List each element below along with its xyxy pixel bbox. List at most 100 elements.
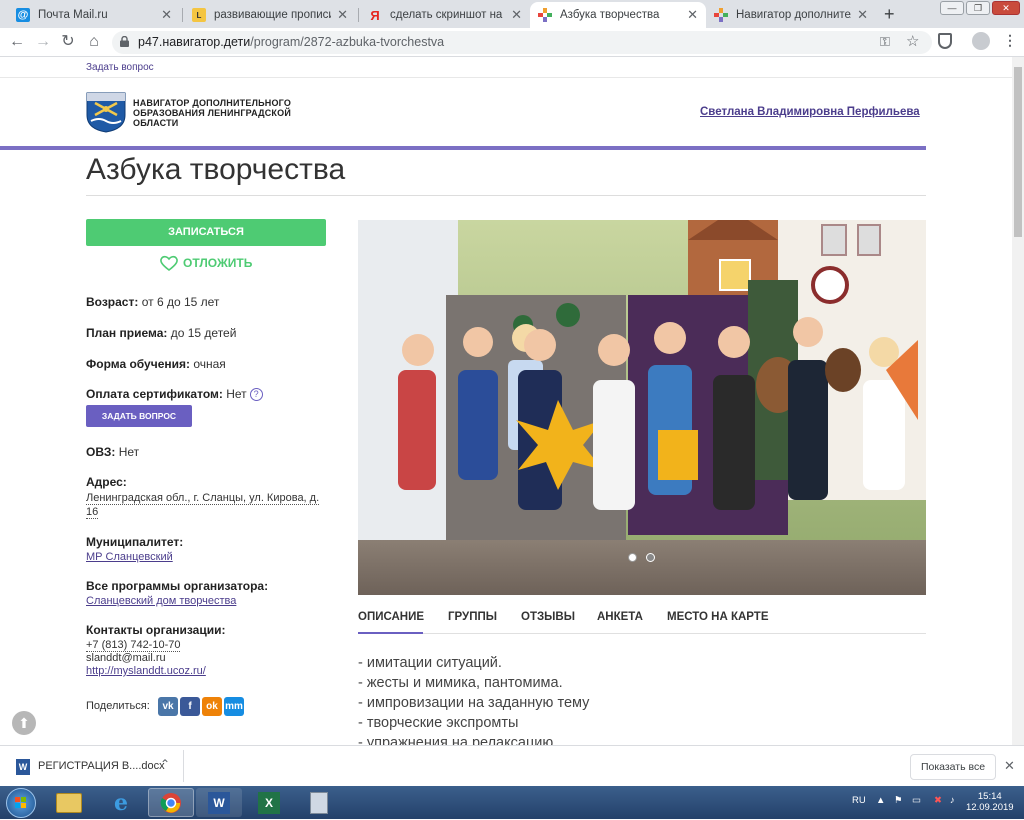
postpone-button[interactable]: ОТЛОЖИТЬ: [160, 255, 252, 271]
email-address[interactable]: slanddt@mail.ru: [86, 652, 166, 664]
tab-navigator[interactable]: Навигатор дополнительного ✕: [706, 2, 876, 28]
site-logo-text[interactable]: НАВИГАТОР ДОПОЛНИТЕЛЬНОГО ОБРАЗОВАНИЯ ЛЕ…: [133, 98, 291, 128]
reload-icon[interactable]: ↻: [57, 32, 79, 52]
start-button[interactable]: [6, 788, 36, 818]
close-window-button[interactable]: ✕: [992, 1, 1020, 15]
organizer-link[interactable]: Сланцевский дом творчества: [86, 595, 236, 607]
tab-separator: [358, 8, 359, 22]
key-icon[interactable]: ⚿: [880, 34, 890, 50]
close-icon[interactable]: ✕: [161, 7, 172, 23]
ovz-value: Нет: [118, 445, 140, 459]
tab-azbuka-active[interactable]: Азбука творчества ✕: [530, 2, 706, 28]
ask-question-button[interactable]: ЗАДАТЬ ВОПРОС: [86, 405, 192, 427]
vk-share-button[interactable]: vk: [158, 697, 178, 716]
close-icon[interactable]: ✕: [687, 7, 698, 23]
logo-line: ОБРАЗОВАНИЯ ЛЕНИНГРАДСКОЙ: [133, 108, 291, 118]
tab-groups[interactable]: ГРУППЫ: [448, 611, 497, 623]
close-icon[interactable]: ✕: [337, 7, 348, 23]
address-line[interactable]: Ленинградская обл., г. Сланцы, ул. Киров…: [86, 492, 320, 505]
tab-description[interactable]: ОПИСАНИЕ: [358, 611, 424, 623]
plan-value: до 15 детей: [170, 326, 237, 340]
municipality-link[interactable]: МР Сланцевский: [86, 551, 173, 563]
heart-icon: [160, 255, 178, 271]
menu-dots-icon[interactable]: ⋮: [1003, 32, 1017, 49]
scrollbar-thumb[interactable]: [1014, 67, 1022, 237]
close-icon[interactable]: ✕: [511, 7, 522, 23]
tab-label: Почта Mail.ru: [38, 9, 108, 21]
chrome-taskbar-button[interactable]: [148, 788, 194, 817]
municipality-label: Муниципалитет:: [86, 535, 184, 549]
chevron-up-icon[interactable]: ⌃: [160, 757, 170, 771]
tab-yandex[interactable]: Я сделать скриншот на компь ✕: [360, 2, 530, 28]
ls-icon: L: [192, 8, 206, 22]
explorer-taskbar-button[interactable]: [46, 788, 92, 817]
network-error-icon[interactable]: ✖: [934, 795, 942, 806]
age-value: от 6 до 15 лет: [141, 295, 220, 309]
back-arrow-icon[interactable]: ←: [6, 32, 28, 52]
avatar-icon[interactable]: [972, 32, 990, 50]
slider-dot-1[interactable]: [628, 553, 637, 562]
odnoklassniki-share-button[interactable]: ok: [202, 697, 222, 716]
age-label: Возраст:: [86, 295, 139, 309]
clock-time: 15:14: [977, 791, 1002, 802]
calculator-taskbar-button[interactable]: [296, 788, 342, 817]
clock[interactable]: 15:14 12.09.2019: [966, 791, 1014, 813]
word-taskbar-button[interactable]: W: [196, 788, 242, 817]
word-icon: W: [208, 791, 230, 814]
logo-line: ОБЛАСТИ: [133, 118, 179, 128]
phone-number[interactable]: +7 (813) 742-10-70: [86, 639, 181, 652]
close-icon[interactable]: ✕: [857, 7, 868, 23]
help-icon[interactable]: ?: [249, 388, 263, 402]
address-bar[interactable]: p47.навигатор.дети/program/2872-azbuka-t…: [112, 31, 932, 54]
program-photo[interactable]: [358, 220, 926, 595]
new-tab-button[interactable]: +: [884, 4, 895, 25]
home-icon[interactable]: ⌂: [83, 32, 105, 52]
tab-separator: [182, 8, 183, 22]
tab-propisi[interactable]: L развивающие прописи. Обс ✕: [184, 2, 356, 28]
scroll-to-top-button[interactable]: ⬆: [12, 711, 36, 735]
clock-date: 12.09.2019: [966, 802, 1014, 813]
description-line: - имитации ситуаций.: [358, 655, 502, 671]
contacts-info: Контакты организации: +7 (813) 742-10-70…: [86, 624, 225, 678]
monitor-icon[interactable]: ▭: [912, 795, 921, 806]
website-link[interactable]: http://myslanddt.ucoz.ru/: [86, 665, 206, 677]
tabs-divider: [358, 633, 926, 634]
download-item[interactable]: РЕГИСТРАЦИЯ В....docx: [38, 760, 165, 772]
minimize-button[interactable]: —: [940, 1, 964, 15]
forward-arrow-icon[interactable]: →: [32, 32, 54, 52]
address-label: Адрес:: [86, 475, 127, 489]
postpone-label: ОТЛОЖИТЬ: [183, 256, 253, 270]
mail-ru-icon: @: [16, 8, 30, 22]
tab-reviews[interactable]: ОТЗЫВЫ: [521, 611, 575, 623]
volume-icon[interactable]: ♪: [950, 795, 955, 806]
user-profile-link[interactable]: Светлана Владимировна Перфильева: [700, 106, 920, 118]
page-scrollbar[interactable]: [1012, 57, 1024, 745]
mymail-share-button[interactable]: mm: [224, 697, 244, 716]
restore-button[interactable]: ❐: [966, 1, 990, 15]
url-path: /program/2872-azbuka-tvorchestva: [250, 35, 445, 49]
bookmark-star-icon[interactable]: ☆: [906, 32, 919, 50]
ask-question-link[interactable]: Задать вопрос: [86, 62, 154, 73]
enroll-button[interactable]: ЗАПИСАТЬСЯ: [86, 219, 326, 246]
payment-label: Оплата сертификатом:: [86, 387, 223, 401]
ovz-info: ОВЗ: Нет: [86, 445, 139, 459]
coat-of-arms-logo[interactable]: [85, 91, 127, 133]
municipality-info: Муниципалитет: МР Сланцевский: [86, 535, 183, 563]
logo-line: НАВИГАТОР ДОПОЛНИТЕЛЬНОГО: [133, 98, 292, 108]
slider-dot-2[interactable]: [646, 553, 655, 562]
tray-arrow-icon[interactable]: ▲: [876, 795, 885, 806]
language-indicator[interactable]: RU: [852, 795, 866, 806]
show-all-downloads-button[interactable]: Показать все: [910, 754, 996, 780]
tab-questionnaire[interactable]: АНКЕТА: [597, 611, 643, 623]
ovz-label: ОВЗ:: [86, 445, 116, 459]
age-info: Возраст: от 6 до 15 лет: [86, 295, 219, 309]
ie-taskbar-button[interactable]: e: [98, 788, 144, 817]
address-line[interactable]: 16: [86, 506, 99, 519]
flag-icon[interactable]: ⚑: [894, 795, 903, 806]
close-icon[interactable]: ✕: [1004, 758, 1015, 774]
tab-mail-ru[interactable]: @ Почта Mail.ru ✕: [8, 2, 180, 28]
tab-map-location[interactable]: МЕСТО НА КАРТЕ: [667, 611, 769, 623]
facebook-share-button[interactable]: f: [180, 697, 200, 716]
shield-icon[interactable]: [938, 33, 952, 49]
excel-taskbar-button[interactable]: X: [246, 788, 292, 817]
